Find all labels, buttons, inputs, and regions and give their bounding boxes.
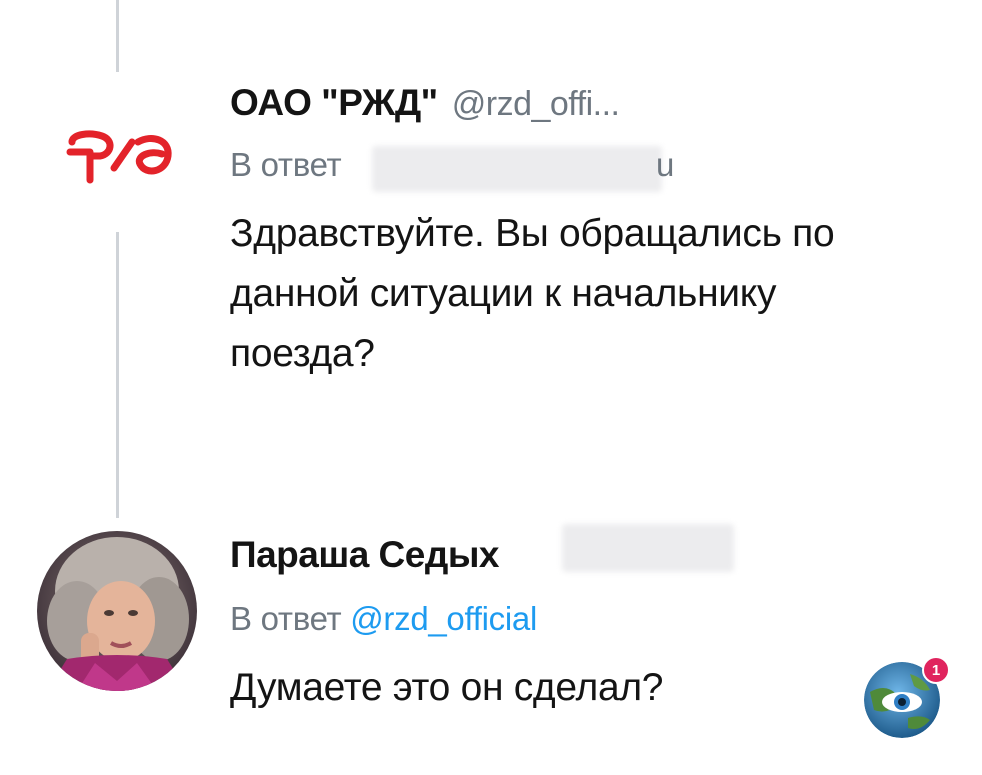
redacted-handle: [562, 524, 734, 572]
rzd-logo-icon[interactable]: [62, 128, 180, 184]
redacted-mention: [372, 146, 662, 192]
tweet-body: Здравствуйте. Вы обращались по данной си…: [230, 204, 835, 384]
tweet-text-line: Думаете это он сделал?: [230, 666, 664, 709]
reply-mention-tail[interactable]: u: [656, 146, 674, 184]
reply-mention-link[interactable]: @rzd_official: [350, 600, 537, 637]
display-name[interactable]: Параша Седых: [230, 534, 500, 576]
tweet-text-line: данной ситуации к начальнику: [230, 272, 777, 315]
reply-prefix: В ответ: [230, 600, 342, 637]
user-handle[interactable]: @rzd_offi...: [452, 85, 620, 124]
tweet-header: ОАО "РЖД" @rzd_offi...: [230, 82, 620, 124]
tweet-text-line: поезда?: [230, 332, 375, 375]
display-name[interactable]: ОАО "РЖД": [230, 82, 438, 124]
notification-count-badge: 1: [922, 656, 950, 684]
tweet-rzd[interactable]: ОАО "РЖД" @rzd_offi... В ответ u Здравст…: [0, 0, 982, 420]
reply-to-line: В ответ @rzd_official: [230, 600, 537, 638]
user-avatar-photo[interactable]: [37, 531, 197, 691]
tweet-header: Параша Седых: [230, 534, 500, 576]
tweet-text-line: Здравствуйте. Вы обращались по: [230, 212, 835, 255]
tweet-body: Думаете это он сделал?: [230, 658, 663, 718]
reply-prefix: В ответ: [230, 146, 342, 183]
tweet-reply[interactable]: Параша Седых В ответ @rzd_official Думае…: [0, 500, 982, 775]
reply-to-line: В ответ: [230, 146, 342, 184]
